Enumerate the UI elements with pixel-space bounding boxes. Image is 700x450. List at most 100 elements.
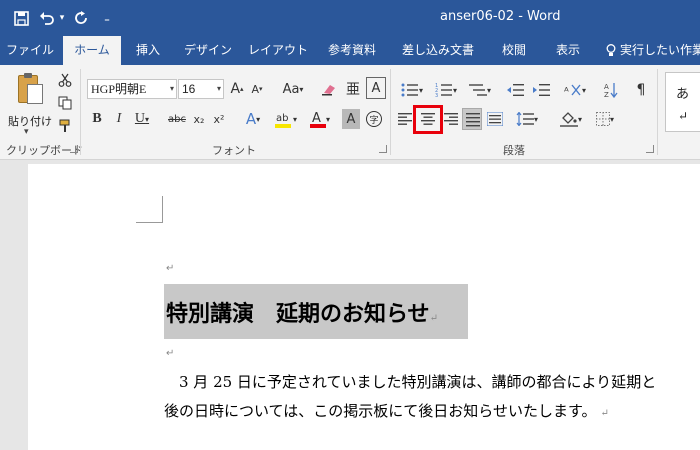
bold-button[interactable]: B xyxy=(88,109,106,129)
paragraph-launcher-icon[interactable] xyxy=(646,145,654,153)
line-spacing-button[interactable]: ▾ xyxy=(512,108,542,130)
numbering-button[interactable]: 1 2 3 ▾ xyxy=(430,79,462,101)
save-icon[interactable] xyxy=(8,7,34,29)
svg-text:3: 3 xyxy=(435,93,438,97)
multilevel-list-icon xyxy=(468,84,487,96)
grow-font-icon: A xyxy=(230,81,241,97)
underline-button[interactable]: U ▾ xyxy=(132,109,152,129)
paragraph-mark: ↵ xyxy=(600,408,609,419)
justify-button[interactable] xyxy=(462,108,482,130)
svg-text:A: A xyxy=(312,111,321,126)
document-headline[interactable]: 特別講演 延期のお知らせ↵ xyxy=(166,296,438,328)
font-size-value: 16 xyxy=(182,82,196,96)
subscript-button[interactable]: x₂ xyxy=(190,109,208,129)
tab-references[interactable]: 参考資料 xyxy=(322,36,382,65)
align-center-highlight xyxy=(413,105,443,134)
tell-me-box[interactable]: 実行したい作業 xyxy=(606,36,700,65)
text-effect-button[interactable]: A ▾ xyxy=(240,109,266,129)
headline-text: 特別講演 延期のお知らせ xyxy=(166,301,430,327)
style-gallery[interactable]: あ ↵ xyxy=(665,72,700,132)
document-body-line-1[interactable]: 3 月 25 日に予定されていました特別講演は、講師の都合により延期と xyxy=(164,371,700,392)
justify-icon xyxy=(466,113,480,127)
format-painter-icon[interactable] xyxy=(56,115,74,137)
paragraph-mark: ↵ xyxy=(166,263,175,274)
font-launcher-icon[interactable] xyxy=(379,145,387,153)
phonetic-guide-icon[interactable]: 亜 xyxy=(344,78,362,100)
char-border-icon: A xyxy=(371,80,381,96)
align-left-icon[interactable] xyxy=(396,108,414,130)
group-separator xyxy=(390,69,391,155)
shading-button[interactable]: ▾ xyxy=(556,108,586,130)
title-bar: ▾ ₌ anser06-02 - Word xyxy=(0,0,700,36)
clipboard-launcher-icon[interactable] xyxy=(70,145,78,153)
change-case-button[interactable]: Aa ▾ xyxy=(278,78,308,100)
svg-text:Z: Z xyxy=(604,91,609,98)
char-border-button[interactable]: A xyxy=(366,77,386,99)
headline-paragraph-mark: ↵ xyxy=(429,313,438,324)
tab-home[interactable]: ホーム xyxy=(63,36,121,65)
font-name-combo[interactable]: HGP明朝E ▾ xyxy=(87,79,177,99)
paste-dropdown-icon: ▾ xyxy=(24,127,29,137)
font-color-button[interactable]: A ▾ xyxy=(306,109,334,129)
tab-mailings[interactable]: 差し込み文書 xyxy=(396,36,480,65)
asian-layout-button[interactable]: ᴬ ▾ xyxy=(560,79,590,101)
align-right-icon[interactable] xyxy=(442,108,460,130)
asian-layout-icon: ᴬ xyxy=(564,84,581,97)
show-marks-icon[interactable]: ¶ xyxy=(632,79,650,101)
superscript-button[interactable]: x² xyxy=(210,109,228,129)
change-case-icon: Aa xyxy=(282,81,300,97)
tab-insert[interactable]: 挿入 xyxy=(126,36,170,65)
enclose-char-icon: 字 xyxy=(366,111,382,127)
char-shading-button[interactable]: A xyxy=(342,109,360,129)
italic-button[interactable]: I xyxy=(110,109,128,129)
paste-button[interactable]: 貼り付け ▾ xyxy=(4,71,54,137)
font-name-value: HGP明朝E xyxy=(91,82,147,96)
increase-indent-icon[interactable] xyxy=(530,79,552,101)
bullets-button[interactable]: ▾ xyxy=(396,79,428,101)
chevron-down-icon: ▾ xyxy=(216,84,221,93)
char-shading-icon: A xyxy=(346,111,356,127)
shrink-font-icon: A xyxy=(251,82,259,96)
borders-button[interactable]: ▾ xyxy=(590,108,620,130)
group-separator xyxy=(657,69,658,155)
strikethrough-button[interactable]: abc xyxy=(166,109,188,129)
paste-label: 貼り付け xyxy=(8,115,52,128)
font-size-combo[interactable]: 16 ▾ xyxy=(178,79,224,99)
font-color-icon: A xyxy=(309,111,326,128)
paste-icon xyxy=(18,73,43,104)
tab-design[interactable]: デザイン xyxy=(180,36,236,65)
paragraph-group-label: 段落 xyxy=(503,144,525,157)
underline-icon: U xyxy=(134,111,146,126)
copy-icon[interactable] xyxy=(56,92,74,114)
margin-crop-mark xyxy=(136,196,163,223)
redo-icon[interactable] xyxy=(68,7,94,29)
clear-format-icon[interactable] xyxy=(320,78,338,100)
sort-icon[interactable]: AZ xyxy=(602,79,620,101)
undo-dropdown-icon[interactable]: ▾ xyxy=(56,7,68,29)
decrease-indent-icon[interactable] xyxy=(504,79,526,101)
svg-text:ab: ab xyxy=(276,113,288,124)
group-separator xyxy=(80,69,81,155)
tab-layout[interactable]: レイアウト xyxy=(246,36,310,65)
document-body-line-2[interactable]: 後の日時については、この掲示板にて後日お知らせいたします。 ↵ xyxy=(164,400,609,421)
enclose-char-button[interactable]: 字 xyxy=(364,109,384,129)
style-preview-text: あ xyxy=(676,87,690,102)
paragraph-mark: ↵ xyxy=(166,348,175,359)
customize-icon[interactable]: ₌ xyxy=(94,7,120,29)
body-line-2-text: 後の日時については、この掲示板にて後日お知らせいたします。 xyxy=(164,402,597,420)
tab-file[interactable]: ファイル xyxy=(4,36,56,65)
cut-icon[interactable] xyxy=(56,69,74,91)
highlight-color-button[interactable]: ab ▾ xyxy=(272,109,300,129)
paint-bucket-icon xyxy=(559,112,578,127)
quick-access-toolbar: ▾ ₌ xyxy=(8,7,120,29)
multilevel-list-button[interactable]: ▾ xyxy=(464,79,496,101)
tab-view[interactable]: 表示 xyxy=(546,36,590,65)
tab-review[interactable]: 校閲 xyxy=(494,36,534,65)
shrink-font-button[interactable]: A ▾ xyxy=(248,78,266,100)
grow-font-button[interactable]: A ▴ xyxy=(228,78,246,100)
lightbulb-icon xyxy=(606,44,616,56)
window-title: anser06-02 - Word xyxy=(440,9,561,24)
text-effect-icon: A xyxy=(245,110,257,128)
distributed-align-icon[interactable] xyxy=(486,108,504,130)
ribbon: 貼り付け ▾ クリップボード HGP明朝E ▾ 16 ▾ A ▴ A ▾ Aa ▾ 亜… xyxy=(0,65,700,160)
